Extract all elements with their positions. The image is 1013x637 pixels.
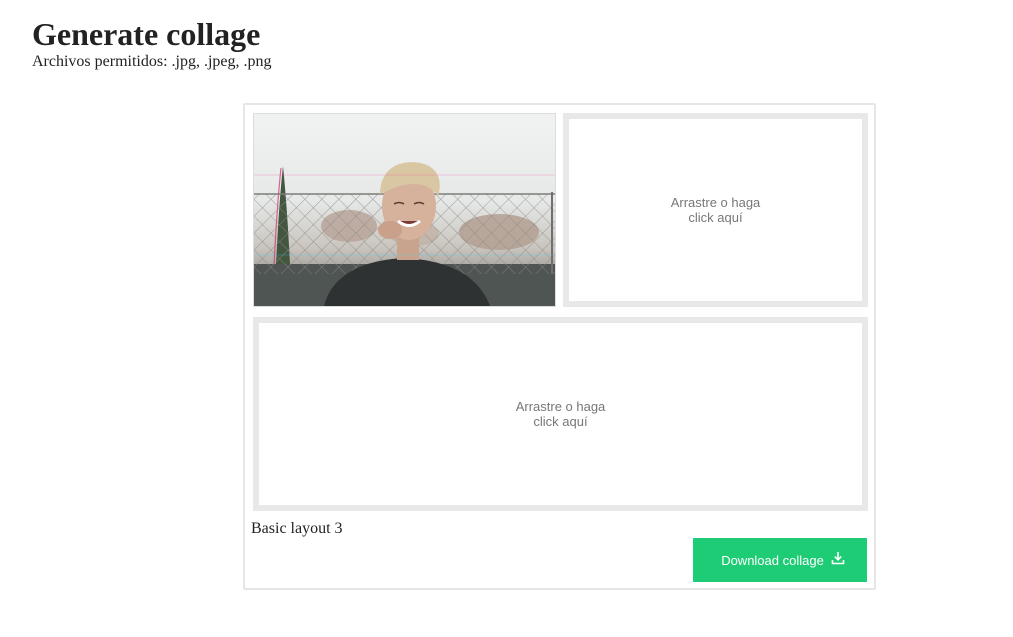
slot-placeholder-line2: click aquí [533,414,588,429]
collage-card: Arrastre o haga click aquí Arrastre o ha… [243,103,876,590]
page-title: Generate collage [32,16,261,52]
slot-placeholder: Arrastre o haga click aquí [506,399,616,429]
slot-placeholder-line1: Arrastre o haga [515,399,606,414]
download-collage-button[interactable]: Download collage [693,538,867,582]
slot-placeholder-line1: Arrastre o haga [670,195,761,210]
collage-photo-image [254,114,555,306]
download-button-label: Download collage [721,552,824,568]
layout-name: Basic layout 3 [251,520,343,537]
collage-slot-bottom[interactable]: Arrastre o haga click aquí [253,317,868,511]
allowed-files-note: Archivos permitidos: .jpg, .jpeg, .png [32,53,272,70]
collage-slot-photo[interactable] [253,113,556,307]
slot-placeholder-line2: click aquí [688,210,743,225]
download-icon [831,551,845,565]
slot-placeholder: Arrastre o haga click aquí [661,195,771,225]
collage-slot-top-right[interactable]: Arrastre o haga click aquí [563,113,868,307]
